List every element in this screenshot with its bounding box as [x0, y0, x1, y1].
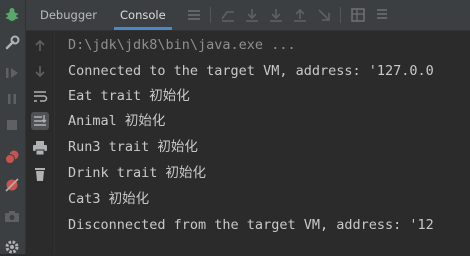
menu-icon[interactable] [186, 7, 202, 23]
soft-wrap-icon[interactable] [31, 87, 49, 105]
console-command-line[interactable]: D:\jdk\jdk8\bin\java.exe ... [68, 35, 296, 55]
tab-console[interactable]: Console [114, 0, 172, 30]
trace-icon[interactable] [374, 7, 390, 23]
console-line: Drink trait 初始化 [68, 165, 207, 181]
console-line: Animal 初始化 [68, 113, 166, 129]
mute-breakpoints-icon[interactable] [3, 176, 21, 194]
console-line: Run3 trait 初始化 [68, 139, 198, 155]
console-line: Connected to the target VM, address: '12… [68, 63, 434, 79]
debug-tab-bar: Debugger Console [26, 0, 470, 31]
evaluate-expression-icon[interactable] [350, 7, 366, 23]
settings-wrench-icon[interactable] [3, 34, 21, 52]
tab-debugger[interactable]: Debugger [40, 0, 97, 30]
console-line: Cat3 初始化 [68, 191, 150, 207]
debug-bug-icon [3, 6, 21, 24]
scroll-to-end-icon[interactable] [31, 112, 49, 130]
console-output[interactable]: D:\jdk\jdk8\bin\java.exe ... Connected t… [68, 31, 470, 254]
resume-icon[interactable] [3, 64, 21, 82]
toolbar-separator [340, 7, 341, 23]
stop-icon[interactable] [3, 116, 21, 134]
gear-icon[interactable] [3, 238, 21, 256]
console-line: Eat trait 初始化 [68, 88, 190, 104]
show-execution-point-icon[interactable] [220, 7, 236, 23]
console-toolbar [26, 31, 55, 254]
run-to-cursor-icon[interactable] [316, 7, 332, 23]
camera-icon[interactable] [3, 207, 21, 225]
step-over-icon[interactable] [244, 7, 260, 23]
step-into-icon[interactable] [268, 7, 284, 23]
debug-side-toolbar [0, 0, 26, 254]
console-line: Disconnected from the target VM, address… [68, 217, 434, 233]
down-arrow-icon[interactable] [31, 62, 49, 80]
print-icon[interactable] [31, 139, 49, 157]
up-arrow-icon[interactable] [31, 37, 49, 55]
step-out-icon[interactable] [292, 7, 308, 23]
pause-icon[interactable] [3, 90, 21, 108]
clear-all-icon[interactable] [31, 165, 49, 183]
view-breakpoints-icon[interactable] [3, 148, 21, 166]
toolbar-separator [210, 7, 211, 23]
